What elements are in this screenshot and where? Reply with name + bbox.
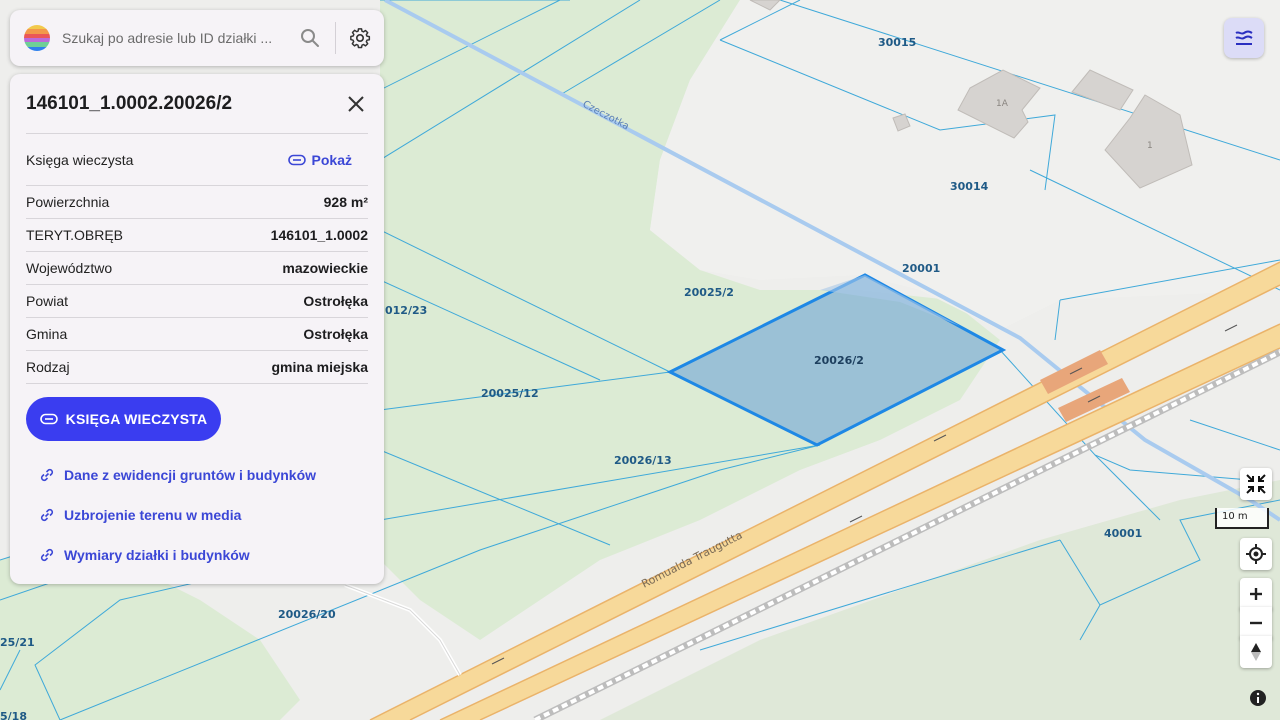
row-value: Ostrołęka bbox=[303, 326, 368, 342]
parcel-label: 012/23 bbox=[385, 304, 427, 317]
row-value: 928 m² bbox=[323, 194, 368, 210]
link-label: Dane z ewidencji gruntów i budynków bbox=[64, 467, 317, 483]
link-label: Uzbrojenie terenu w media bbox=[64, 507, 242, 523]
land-registry-row: Księga wieczysta Pokaż bbox=[26, 134, 368, 186]
info-row-teryt: TERYT.OBRĘB 146101_1.0002 bbox=[26, 219, 368, 252]
info-row-area: Powierzchnia 928 m² bbox=[26, 186, 368, 219]
panel-header: 146101_1.0002.20026/2 bbox=[26, 74, 368, 134]
parcel-info-panel: 146101_1.0002.20026/2 Księga wieczysta P… bbox=[10, 74, 384, 584]
parcel-label: 30015 bbox=[878, 36, 916, 49]
gear-icon[interactable] bbox=[348, 26, 372, 50]
row-label: TERYT.OBRĘB bbox=[26, 227, 123, 243]
zoom-out-button[interactable] bbox=[1240, 607, 1272, 639]
link-utilities[interactable]: Uzbrojenie terenu w media bbox=[26, 495, 368, 535]
attribution-info-button[interactable] bbox=[1248, 688, 1268, 708]
link-icon bbox=[40, 508, 54, 522]
plus-icon bbox=[1250, 588, 1262, 600]
collapse-map-button[interactable] bbox=[1240, 468, 1272, 500]
rainbow-logo-icon[interactable] bbox=[24, 25, 50, 51]
link-label: Wymiary działki i budynków bbox=[64, 547, 250, 563]
parcel-label: 20001 bbox=[902, 262, 940, 275]
land-registry-label: Księga wieczysta bbox=[26, 151, 134, 168]
info-row-voivodeship: Województwo mazowieckie bbox=[26, 252, 368, 285]
row-value: mazowieckie bbox=[282, 260, 368, 276]
show-link-label: Pokaż bbox=[311, 151, 352, 168]
parcel-label: 25/21 bbox=[0, 636, 35, 649]
crosshair-locate-icon bbox=[1246, 544, 1266, 564]
land-registry-button[interactable]: KSIĘGA WIECZYSTA bbox=[26, 397, 221, 441]
link-icon bbox=[39, 413, 58, 425]
link-dimensions[interactable]: Wymiary działki i budynków bbox=[26, 535, 368, 575]
row-label: Rodzaj bbox=[26, 359, 70, 375]
locate-button[interactable] bbox=[1240, 538, 1272, 570]
row-value: Ostrołęka bbox=[303, 293, 368, 309]
row-label: Powiat bbox=[26, 293, 69, 309]
compass-icon bbox=[1251, 643, 1261, 661]
parcel-label: 20026/2 bbox=[814, 354, 864, 367]
row-label: Gmina bbox=[26, 326, 68, 342]
show-land-registry-link[interactable]: Pokaż bbox=[287, 151, 352, 168]
row-label: Powierzchnia bbox=[26, 194, 110, 210]
link-land-records[interactable]: Dane z ewidencji gruntów i budynków bbox=[26, 455, 368, 495]
link-icon bbox=[40, 468, 54, 482]
scale-bar: 10 m bbox=[1215, 508, 1269, 529]
parcel-label: 40001 bbox=[1104, 527, 1142, 540]
building-label: 1A bbox=[996, 99, 1009, 109]
panel-links: Dane z ewidencji gruntów i budynków Uzbr… bbox=[26, 455, 368, 575]
info-icon bbox=[1250, 690, 1266, 706]
search-icon[interactable] bbox=[299, 27, 321, 49]
parcel-id-title: 146101_1.0002.20026/2 bbox=[26, 92, 233, 114]
row-value: 146101_1.0002 bbox=[270, 227, 368, 243]
row-label: Województwo bbox=[26, 260, 113, 276]
parcel-label: 20025/12 bbox=[481, 387, 539, 400]
search-bar bbox=[10, 10, 384, 66]
parcel-label: 5/18 bbox=[0, 710, 27, 720]
search-divider bbox=[335, 22, 336, 54]
info-row-type: Rodzaj gmina miejska bbox=[26, 351, 368, 384]
link-icon bbox=[287, 154, 306, 165]
parcel-label: 20025/2 bbox=[684, 286, 734, 299]
search-input[interactable] bbox=[62, 23, 299, 53]
layers-button[interactable] bbox=[1224, 18, 1264, 58]
info-row-county: Powiat Ostrołęka bbox=[26, 285, 368, 318]
parcel-label: 30014 bbox=[950, 180, 989, 193]
link-icon bbox=[40, 548, 54, 562]
parcel-label: 20026/13 bbox=[614, 454, 672, 467]
compass-button[interactable] bbox=[1240, 636, 1272, 668]
info-row-municipality: Gmina Ostrołęka bbox=[26, 318, 368, 351]
row-value: gmina miejska bbox=[271, 359, 369, 375]
layers-icon bbox=[1235, 30, 1253, 45]
land-registry-button-label: KSIĘGA WIECZYSTA bbox=[65, 411, 208, 427]
parcel-label: 20026/20 bbox=[278, 608, 336, 621]
compress-arrows-icon bbox=[1246, 474, 1266, 494]
close-icon[interactable] bbox=[344, 92, 368, 116]
zoom-in-button[interactable] bbox=[1240, 578, 1272, 610]
building-label: 1 bbox=[1147, 141, 1153, 151]
minus-icon bbox=[1250, 621, 1262, 625]
